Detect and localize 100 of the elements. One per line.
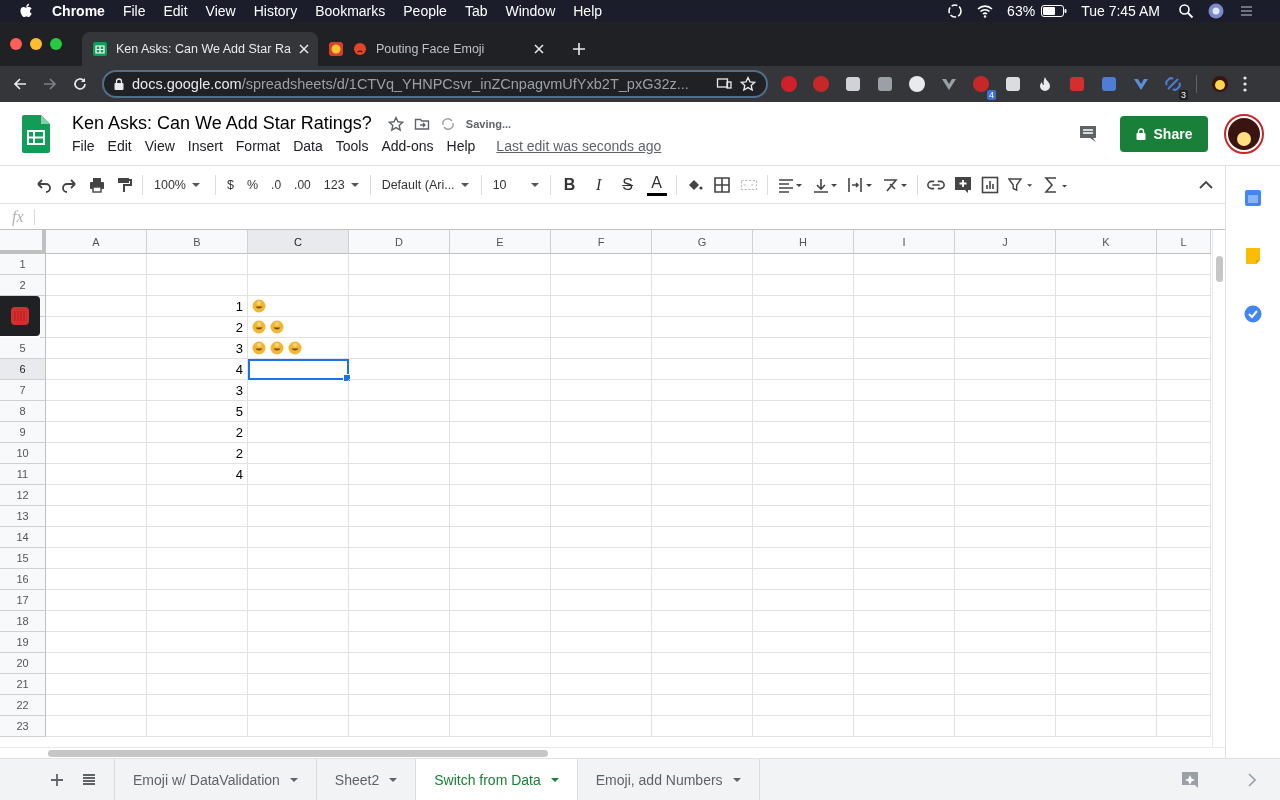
row-header[interactable]: 11 [0,464,46,485]
clock[interactable]: Tue 7:45 AM [1081,3,1160,19]
menu-item[interactable]: People [403,3,447,19]
menu-item[interactable]: Window [505,3,556,19]
reload-icon[interactable] [72,76,88,92]
comment-icon[interactable] [1078,123,1098,144]
row-header[interactable]: 17 [0,590,46,611]
sheet-tab[interactable]: Switch from Data [416,759,578,800]
menu-item[interactable]: Insert [187,138,223,154]
minimize-window-button[interactable] [30,38,42,50]
filter-icon[interactable] [1007,175,1034,194]
menu-item[interactable]: Edit [107,138,132,154]
row-header[interactable]: 9 [0,422,46,443]
menu-item[interactable]: View [205,3,236,19]
decrease-decimal-button[interactable]: .0 [269,172,284,197]
table-cell[interactable]: 2 [147,317,248,338]
table-cell[interactable]: 3 [147,338,248,359]
paint-format-icon[interactable] [115,175,133,194]
scrollbar-thumb[interactable] [48,750,548,757]
new-tab-icon[interactable] [572,42,586,56]
print-icon[interactable] [88,175,106,194]
percent-button[interactable]: % [244,172,261,197]
menu-item[interactable]: Help [446,138,476,154]
zoom-window-button[interactable] [50,38,62,50]
row-header[interactable]: 18 [0,611,46,632]
note-icon[interactable] [1243,246,1263,266]
menu-item[interactable]: Data [293,138,323,154]
table-cell[interactable]: 2 [147,443,248,464]
row-header[interactable]: 16 [0,569,46,590]
column-header[interactable]: K [1056,230,1157,254]
column-header[interactable]: B [147,230,248,254]
column-header[interactable]: C [248,230,349,254]
row-header[interactable]: 21 [0,674,46,695]
select-all-corner[interactable] [0,230,46,254]
chart-icon[interactable] [980,175,999,194]
menu-item[interactable]: Edit [163,3,188,19]
column-header[interactable]: G [652,230,753,254]
sheet-tab[interactable]: Emoji, add Numbers [577,759,760,800]
menu-item[interactable]: Help [573,3,603,19]
column-header[interactable]: D [349,230,450,254]
square-icon[interactable] [1004,75,1022,93]
menu-item[interactable]: Add-ons [381,138,434,154]
text-color-button[interactable]: A [646,173,667,196]
zoom-dropdown[interactable]: 100% [152,172,206,197]
currency-button[interactable]: $ [225,172,236,197]
row-header[interactable] [40,296,46,317]
sheets-logo-icon[interactable] [22,114,50,153]
menu-icon[interactable] [1238,3,1254,19]
column-header[interactable]: A [46,230,147,254]
forward-icon[interactable] [42,76,58,92]
column-header[interactable]: J [955,230,1056,254]
menu-item[interactable]: File [72,138,95,154]
all-sheets-icon[interactable] [82,772,96,787]
search-icon[interactable] [1178,3,1194,19]
menu-item[interactable]: History [253,3,298,19]
app-menu[interactable]: Chrome [52,3,105,19]
explore-icon[interactable] [1180,769,1200,790]
row-header[interactable]: 1 [0,254,46,275]
bold-button[interactable]: B [559,172,580,197]
sheet-tab[interactable]: Emoji w/ DataValidation [114,759,317,800]
column-header[interactable]: I [854,230,955,254]
browser-tab[interactable]: Pouting Face Emoji [318,32,554,66]
more-icon[interactable] [1243,76,1247,92]
tasks-icon[interactable] [1243,304,1263,324]
document-title[interactable]: Ken Asks: Can We Add Star Ratings? [72,113,372,134]
address-bar[interactable]: docs.google.com/spreadsheets/d/1CTVq_YHNPCsvr_inZCnpagvmUfYxb2T_pxG32z... [102,70,768,98]
row-header[interactable] [40,317,46,338]
column-header[interactable]: L [1157,230,1211,254]
number-format-dropdown[interactable]: 123 [321,172,361,197]
star-icon[interactable] [387,115,404,132]
table-cell[interactable] [248,359,349,380]
add-sheet-icon[interactable] [50,772,64,787]
row-header[interactable]: 5 [0,338,46,359]
row-header[interactable]: 2 [0,275,46,296]
menu-item[interactable]: Tab [464,3,488,19]
font-dropdown[interactable]: Default (Ari... [379,172,472,197]
row-header[interactable]: 19 [0,632,46,653]
column-header[interactable]: F [551,230,652,254]
last-edit-link[interactable]: Last edit was seconds ago [496,138,662,154]
menu-item[interactable]: Tools [335,138,369,154]
floating-widget[interactable] [0,296,40,336]
stop-icon[interactable] [10,306,30,326]
row-header[interactable]: 23 [0,716,46,737]
close-icon[interactable] [298,44,309,54]
menu-item[interactable]: Bookmarks [315,3,386,19]
table-cell[interactable]: 4 [147,359,248,380]
row-header[interactable]: 6 [0,359,46,380]
table-cell[interactable]: 1 [147,296,248,317]
strikethrough-button[interactable]: S [617,172,638,197]
calendar-icon[interactable] [1243,188,1263,208]
functions-icon[interactable] [1042,175,1069,194]
table-cell[interactable]: 3 [147,380,248,401]
menu-item[interactable]: Format [235,138,281,154]
column-header[interactable]: H [753,230,854,254]
row-header[interactable]: 15 [0,548,46,569]
cast-icon[interactable] [716,76,732,92]
font-size-dropdown[interactable]: 10 [490,172,541,197]
fill-handle[interactable] [343,374,351,382]
scrollbar-thumb[interactable] [1216,256,1223,282]
apple-icon[interactable] [20,3,34,19]
